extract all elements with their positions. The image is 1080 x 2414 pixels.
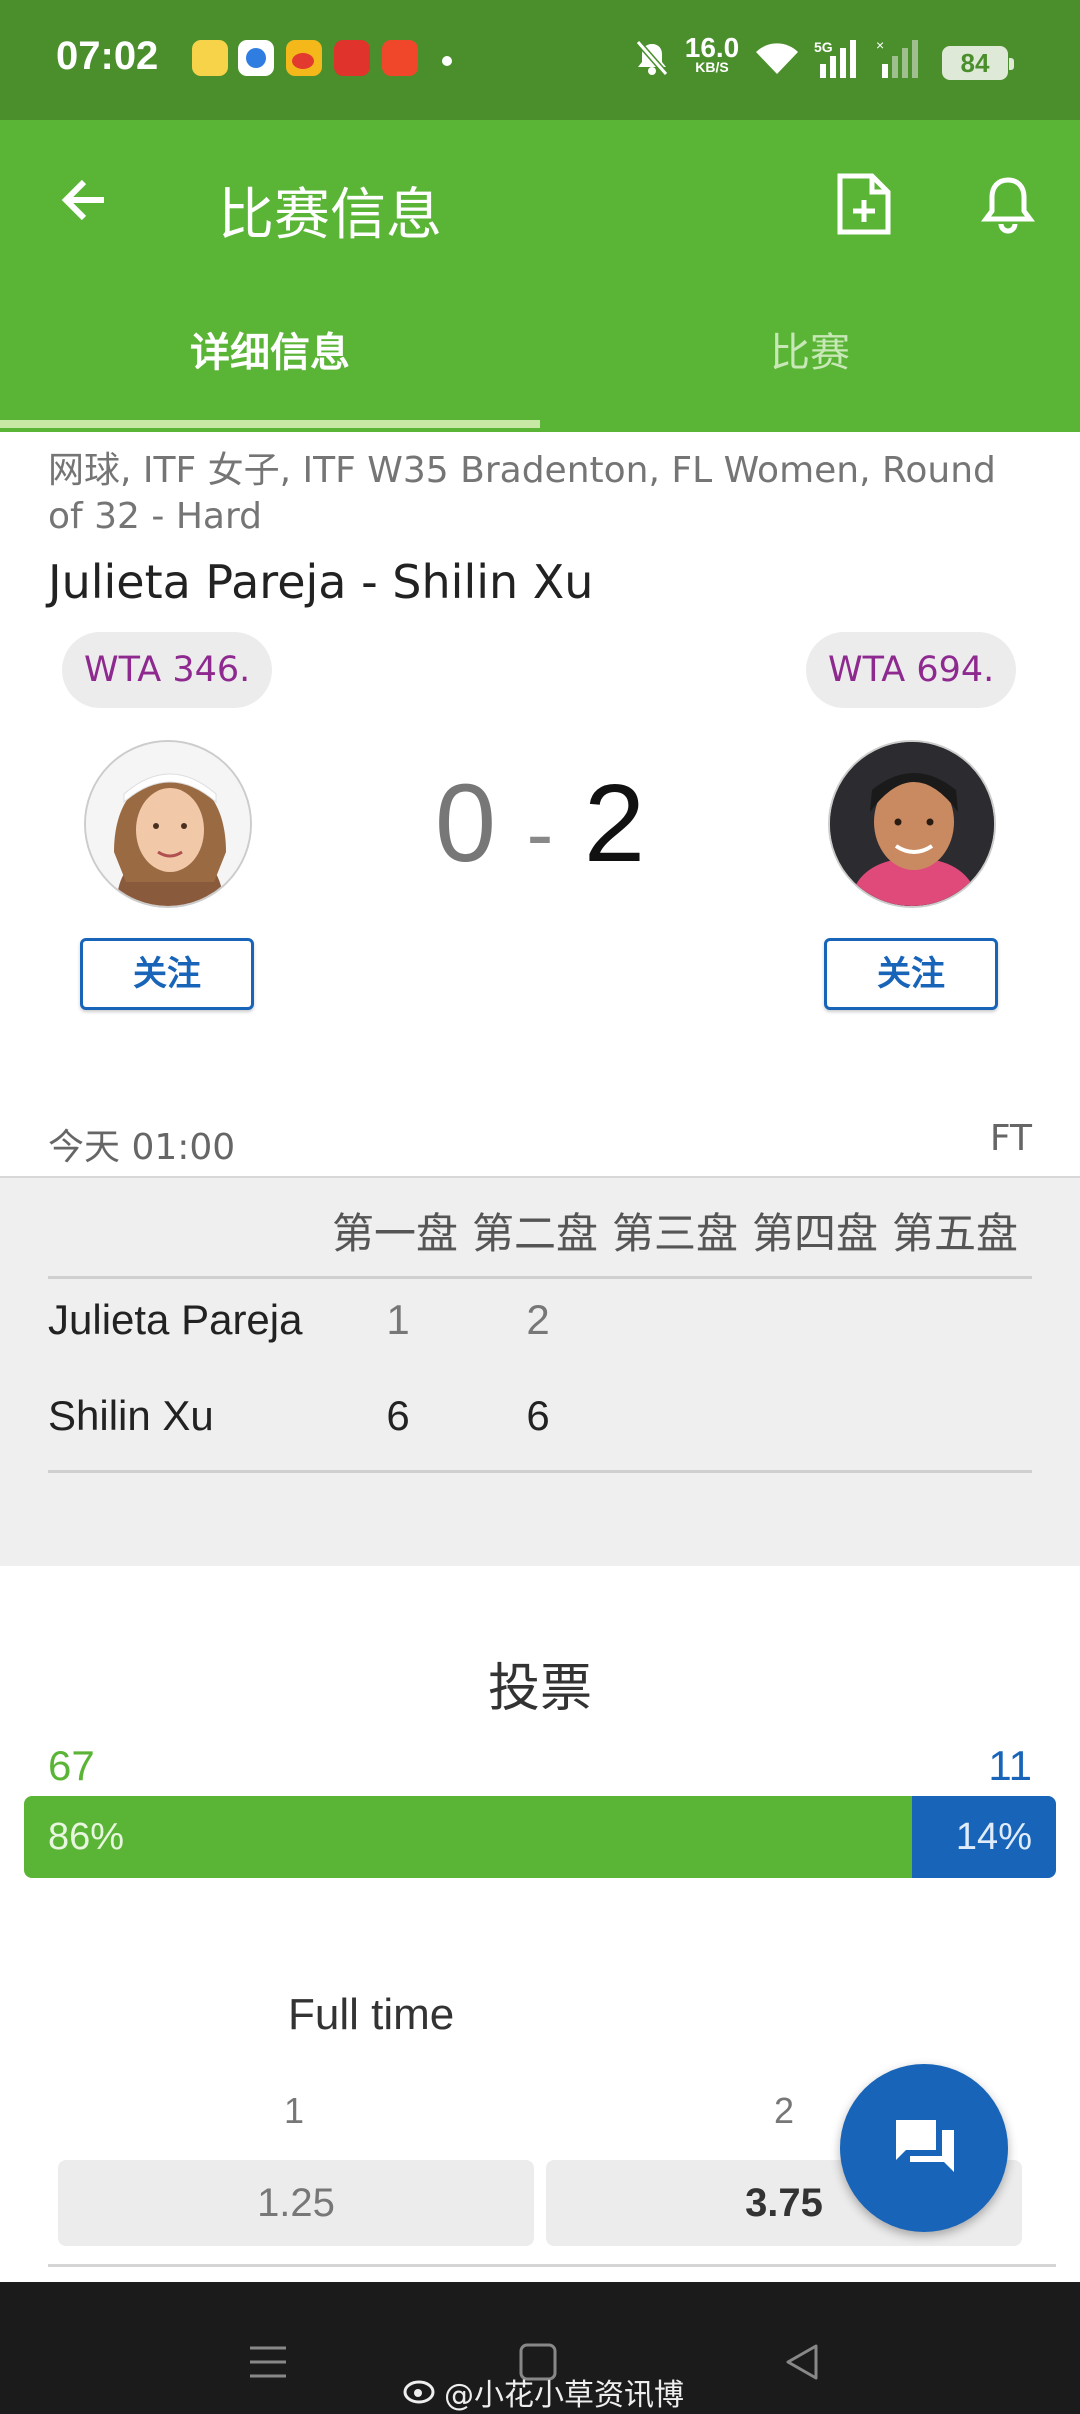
set-header-1: 第一盘 [332, 1209, 459, 1258]
follow-away-button[interactable]: 关注 [824, 938, 998, 1010]
tab-match[interactable]: 比赛 [540, 320, 1080, 378]
section-divider [48, 2264, 1056, 2267]
network-speed: 16.0 KB/S [684, 32, 740, 75]
add-document-icon[interactable] [834, 172, 894, 240]
status-bar: 07:02 16.0 KB/S 5G × 84 [0, 0, 1080, 120]
chat-button[interactable] [840, 2064, 1008, 2232]
set-score: 1 [386, 1296, 410, 1343]
score-separator: - [526, 789, 554, 878]
match-status: FT [989, 1118, 1032, 1159]
set-score: 2 [526, 1296, 550, 1343]
mute-icon [632, 38, 672, 82]
competition-info: 网球, ITF 女子, ITF W35 Bradenton, FL Women,… [48, 450, 996, 537]
wifi-icon [752, 38, 802, 82]
set-score: 6 [526, 1392, 550, 1439]
match-title: Julieta Pareja - Shilin Xu [48, 555, 594, 609]
odds-label-home: 1 [283, 2090, 305, 2131]
vote-bar[interactable]: 86% 14% [24, 1796, 1056, 1878]
back-icon[interactable] [782, 2342, 822, 2386]
app-bar: 比赛信息 详细信息 比赛 [0, 120, 1080, 432]
table-divider [48, 1470, 1032, 1473]
watermark: @小花小草资讯博 [444, 2378, 684, 2413]
status-time: 07:02 [56, 34, 159, 78]
away-ranking-badge: WTA 694. [806, 632, 1017, 708]
away-player-avatar[interactable] [828, 740, 996, 908]
set-score: 6 [386, 1392, 410, 1439]
home-player-avatar[interactable] [84, 740, 252, 908]
set-row-player-name: Julieta Pareja [48, 1296, 303, 1343]
away-score: 2 [583, 762, 646, 885]
arrow-left-icon[interactable] [56, 172, 112, 232]
match-start-time: 今天 01:00 [48, 1127, 236, 1168]
tab-details[interactable]: 详细信息 [0, 320, 540, 378]
odds-home-button[interactable]: 1.25 [58, 2160, 534, 2246]
cellular-signal-2-icon: × [876, 37, 926, 86]
set-header-2: 第二盘 [472, 1209, 599, 1258]
vote-away-segment[interactable]: 14% [911, 1796, 1056, 1878]
away-vote-count: 11 [988, 1742, 1032, 1789]
set-scores-table: 第一盘 第二盘 第三盘 第四盘 第五盘 Julieta Pareja 1 2 S… [0, 1176, 1080, 1566]
app-notification-icon [238, 40, 274, 76]
bell-icon[interactable] [978, 172, 1038, 240]
set-row-player-name: Shilin Xu [48, 1392, 214, 1439]
set-header-5: 第五盘 [892, 1209, 1019, 1258]
page-title: 比赛信息 [218, 183, 442, 248]
app-notification-icon [192, 40, 228, 76]
svg-text:×: × [876, 38, 884, 53]
set-header-4: 第四盘 [752, 1209, 879, 1258]
weibo-notification-icon [286, 40, 322, 76]
vote-home-segment[interactable]: 86% [24, 1796, 912, 1878]
odds-label-away: 2 [773, 2090, 795, 2131]
toutiao-notification-icon [334, 40, 370, 76]
home-vote-count: 67 [48, 1742, 95, 1789]
chat-icon [890, 2116, 960, 2186]
home-score: 0 [434, 762, 497, 885]
battery-indicator: 84 [942, 46, 1014, 80]
more-notifications-icon [442, 56, 452, 66]
table-divider [48, 1276, 1032, 1279]
set-header-3: 第三盘 [612, 1209, 739, 1258]
vote-title: 投票 [487, 1659, 592, 1719]
tab-indicator [0, 420, 540, 428]
home-ranking-badge: WTA 346. [62, 632, 273, 708]
svg-text:5G: 5G [814, 39, 833, 55]
menu-icon[interactable] [248, 2342, 288, 2386]
match-score: 0 - 2 [420, 760, 660, 887]
odds-title: Full time [288, 1990, 455, 2039]
follow-home-button[interactable]: 关注 [80, 938, 254, 1010]
taobao-notification-icon [382, 40, 418, 76]
weibo-watermark-icon [402, 2372, 440, 2408]
cellular-signal-icon: 5G [814, 38, 870, 86]
